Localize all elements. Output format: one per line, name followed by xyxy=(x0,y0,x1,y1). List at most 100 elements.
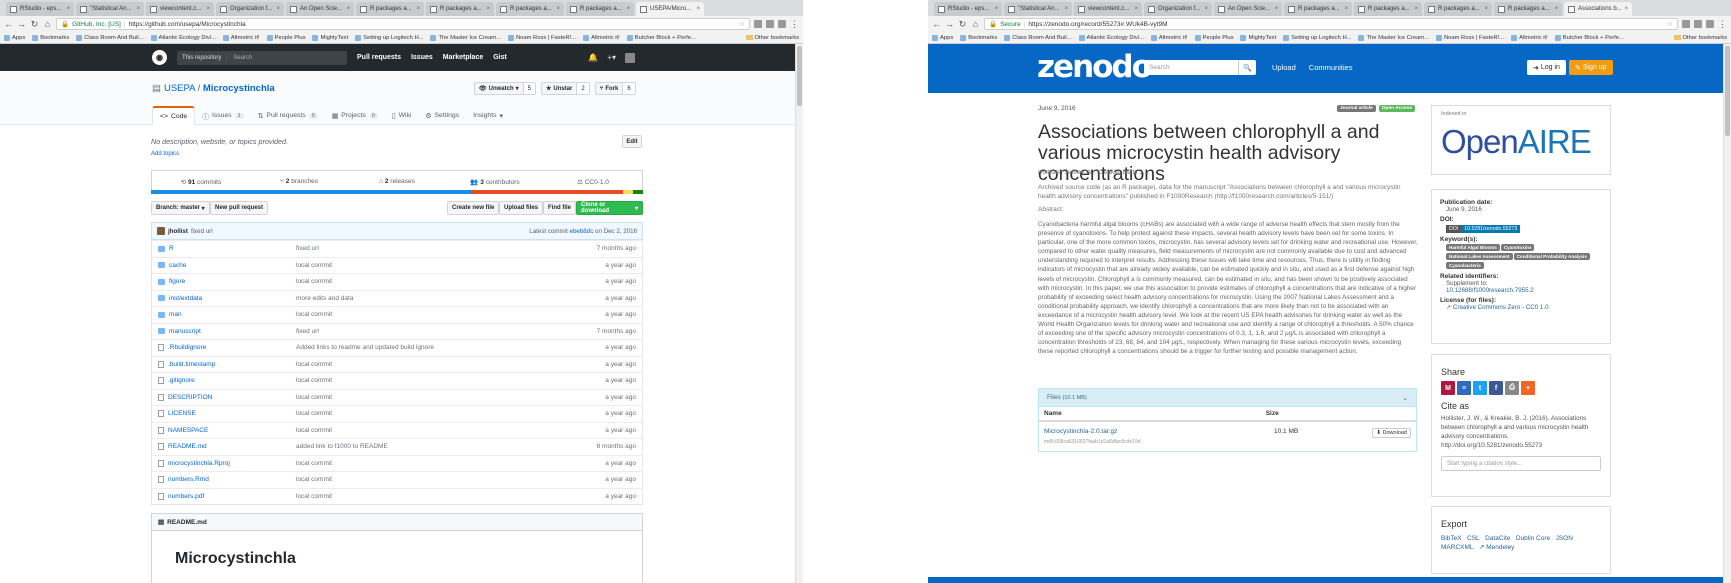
browser-tab[interactable]: R packages a... × xyxy=(1354,2,1422,16)
files-panel-header[interactable]: Files (10.1 MB) ⌄ xyxy=(1039,389,1416,407)
unstar-button[interactable]: ★ Unstar 2 xyxy=(541,82,590,95)
file-name-link[interactable]: man xyxy=(169,311,299,318)
bookmark-item[interactable]: Altmetric it! xyxy=(1511,34,1548,41)
browser-tab[interactable]: RStudio - eps... × xyxy=(934,2,1002,16)
other-bookmarks[interactable]: Other bookmarks xyxy=(745,35,799,41)
watch-count[interactable]: 5 xyxy=(522,83,535,94)
close-icon[interactable]: × xyxy=(994,6,998,12)
home-icon[interactable]: ⌂ xyxy=(43,19,52,29)
close-icon[interactable]: × xyxy=(1414,6,1418,12)
license-link[interactable]: ↗ Creative Commons Zero - CC0 1.0 xyxy=(1446,304,1602,311)
tab-code[interactable]: <> Code xyxy=(152,106,196,125)
export-datacite[interactable]: DataCite xyxy=(1485,535,1510,542)
close-icon[interactable]: × xyxy=(206,6,210,12)
commit-message-link[interactable]: local commit xyxy=(296,410,332,417)
fork-button[interactable]: ⑂ Fork 6 xyxy=(594,82,636,95)
fork-count[interactable]: 6 xyxy=(622,83,635,94)
stat-branches[interactable]: ⑂ 2 branches xyxy=(250,178,348,185)
nav-pull-requests[interactable]: Pull requests xyxy=(357,54,401,61)
browser-tab[interactable]: RStudio - eps... × xyxy=(6,2,74,16)
bookmark-item[interactable]: Atlantic Ecology Divi... xyxy=(150,34,216,41)
upload-files-button[interactable]: Upload files xyxy=(499,201,544,215)
browser-tab[interactable]: USEPA/Micro... × xyxy=(636,2,704,16)
unwatch-button[interactable]: 👁 Unwatch ▾ 5 xyxy=(474,82,536,95)
chevron-down-icon[interactable]: ⌄ xyxy=(1402,394,1408,402)
bookmark-item[interactable]: Setting up Logitech H... xyxy=(355,34,423,41)
commit-sha[interactable]: ebeb8dc xyxy=(570,228,594,235)
extension-icon[interactable] xyxy=(778,20,786,28)
close-icon[interactable]: × xyxy=(626,6,630,12)
reload-icon[interactable]: ↻ xyxy=(958,19,967,30)
avatar[interactable] xyxy=(157,227,165,235)
repo-search[interactable]: This repository Search xyxy=(177,50,347,65)
bookmark-item[interactable]: People Plus xyxy=(1194,34,1233,41)
browser-tab[interactable]: R packages a... × xyxy=(356,2,424,16)
browser-tab[interactable]: R packages a... × xyxy=(496,2,564,16)
create-file-button[interactable]: Create new file xyxy=(447,201,500,215)
file-name-link[interactable]: LICENSE xyxy=(168,410,298,417)
export-dublin-core[interactable]: Dublin Core xyxy=(1516,535,1550,542)
file-name-link[interactable]: cache xyxy=(169,262,299,269)
browser-tab[interactable]: "Statistical An... × xyxy=(1004,2,1072,16)
zenodo-logo[interactable]: zenodo xyxy=(1037,49,1153,85)
close-icon[interactable]: × xyxy=(1064,6,1068,12)
nav-marketplace[interactable]: Marketplace xyxy=(443,54,483,61)
twitter-icon[interactable]: t xyxy=(1473,381,1487,395)
bell-icon[interactable]: 🔔 xyxy=(588,53,598,62)
bookmark-item[interactable]: Altmetric it! xyxy=(1150,34,1188,41)
browser-tab[interactable]: R packages a... × xyxy=(1424,2,1492,16)
bookmark-item[interactable]: Apps xyxy=(4,34,25,41)
facebook-icon[interactable]: f xyxy=(1489,381,1503,395)
branch-select[interactable]: Branch: master ▾ xyxy=(151,201,210,215)
address-bar[interactable]: 🔒 Secure | https://zenodo.org/record/552… xyxy=(984,18,1678,30)
nav-upload[interactable]: Upload xyxy=(1272,63,1296,72)
extension-icon[interactable] xyxy=(766,20,774,28)
file-name-link[interactable]: README.md xyxy=(168,443,298,450)
edit-button[interactable]: Edit xyxy=(622,135,642,148)
forward-icon[interactable]: → xyxy=(17,19,26,29)
addthis-icon[interactable]: + xyxy=(1521,381,1535,395)
extension-icon[interactable] xyxy=(1694,20,1702,28)
commit-message-link[interactable]: local commit xyxy=(296,311,332,318)
extension-icon[interactable] xyxy=(754,20,762,28)
mendeley-icon[interactable]: M xyxy=(1441,381,1455,395)
file-link[interactable]: Microcystinchla-2.0.tar.gz xyxy=(1044,428,1117,435)
bookmark-star-icon[interactable]: ☆ xyxy=(739,20,745,28)
commit-message-link[interactable]: fixed url xyxy=(296,328,319,335)
tab-issues[interactable]: ⓘ Issues 1 xyxy=(195,106,251,125)
commit-message-link[interactable]: added link to f1000 to README xyxy=(296,443,388,450)
address-bar[interactable]: 🔒 GitHub, Inc. [US] | https://github.com… xyxy=(56,18,750,30)
file-name-link[interactable]: inst/extdata xyxy=(169,295,299,302)
export-json[interactable]: JSON xyxy=(1556,535,1573,542)
close-icon[interactable]: × xyxy=(1344,6,1348,12)
browser-tab[interactable]: R packages a... × xyxy=(566,2,634,16)
close-icon[interactable]: × xyxy=(416,6,420,12)
stat-license[interactable]: ⚖ CC0-1.0 xyxy=(544,178,642,186)
export-marcxml[interactable]: MARCXML xyxy=(1441,544,1474,551)
download-button[interactable]: ⬇ Download xyxy=(1372,428,1411,438)
scrollbar-thumb[interactable] xyxy=(797,46,802,106)
close-icon[interactable]: × xyxy=(1554,6,1558,12)
browser-tab[interactable]: An Open Scie... × xyxy=(1214,2,1282,16)
new-pull-request-button[interactable]: New pull request xyxy=(210,201,269,215)
commit-message-link[interactable]: local commit xyxy=(296,476,332,483)
repo-name-link[interactable]: Microcystinchla xyxy=(203,83,275,94)
browser-tab[interactable]: Organization f... × xyxy=(216,2,284,16)
close-icon[interactable]: × xyxy=(696,6,700,12)
language-bar[interactable] xyxy=(151,190,643,194)
commit-message-link[interactable]: local commit xyxy=(296,394,332,401)
stat-releases[interactable]: ⌂ 2 releases xyxy=(348,178,446,185)
file-name-link[interactable]: manuscript xyxy=(169,328,299,335)
add-topics-link[interactable]: Add topics xyxy=(151,151,179,157)
bookmark-item[interactable]: Bookmarks xyxy=(960,34,997,41)
openaire-logo[interactable]: OpenAIRE xyxy=(1441,123,1592,161)
close-icon[interactable]: × xyxy=(1204,6,1208,12)
commit-message-link[interactable]: local commit xyxy=(296,278,332,285)
commit-message-link[interactable]: local commit xyxy=(296,361,332,368)
search-input[interactable]: Search xyxy=(1149,64,1170,71)
commit-message-link[interactable]: local commit xyxy=(296,460,332,467)
tab-projects[interactable]: ▦ Projects 0 xyxy=(325,106,385,125)
print-icon[interactable]: ⎙ xyxy=(1505,381,1519,395)
citation-style-input[interactable]: Start typing a citation style... xyxy=(1441,456,1601,471)
tab-settings[interactable]: ⚙ Settings xyxy=(418,106,466,125)
